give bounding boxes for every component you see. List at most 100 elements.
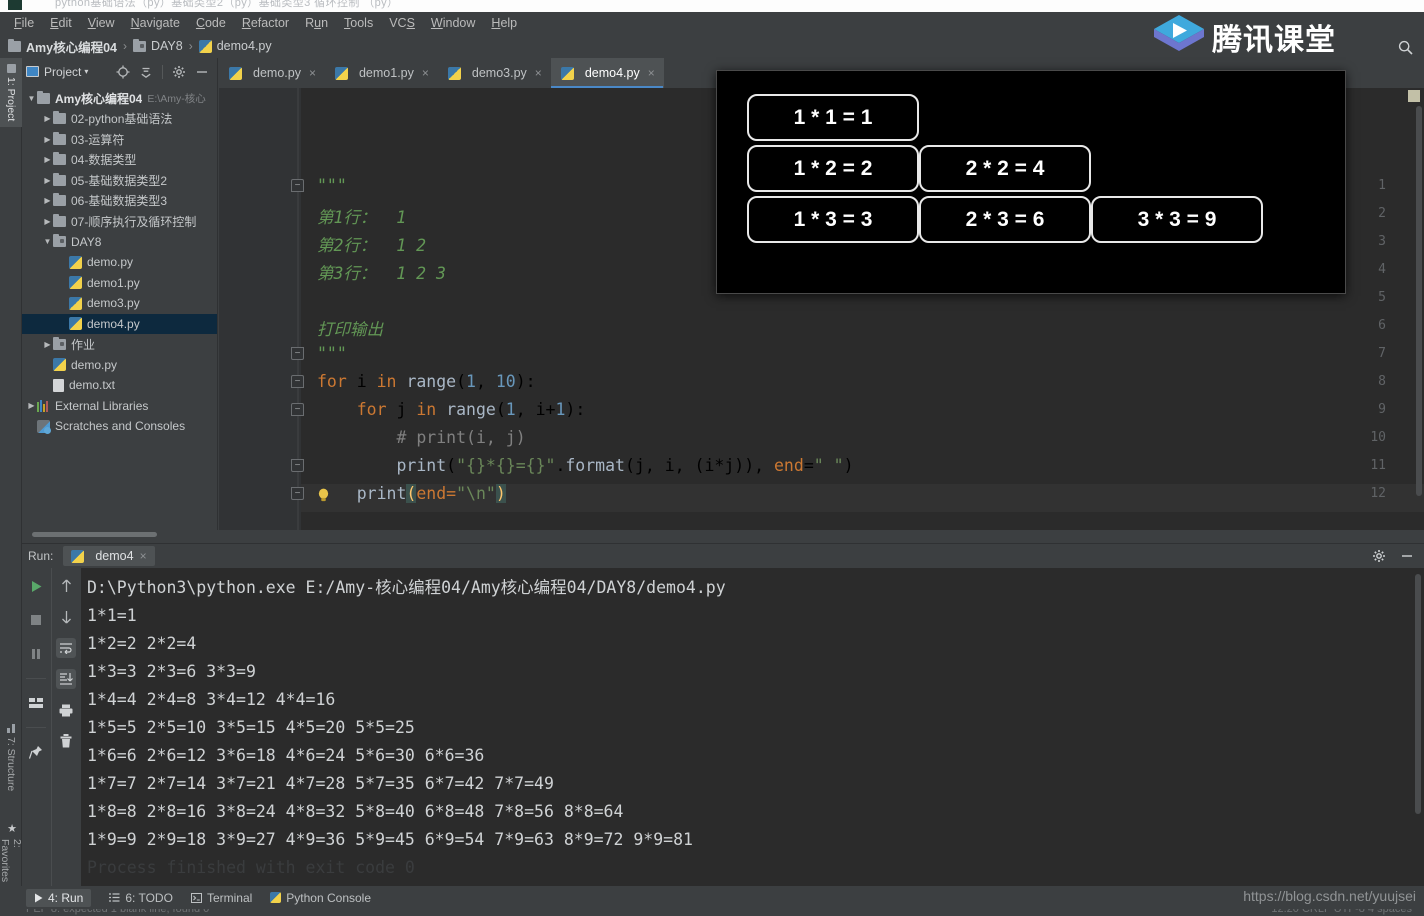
editor-tab-demo-py[interactable]: demo.py ×	[219, 58, 325, 88]
bottom-tab-python-console[interactable]: Python Console	[270, 891, 371, 905]
pin-button[interactable]	[26, 742, 46, 762]
tree-item-04-[interactable]: ▶ 04-数据类型	[22, 150, 217, 171]
breadcrumb-item-day8[interactable]: DAY8	[133, 38, 183, 53]
up-arrow-button[interactable]	[56, 576, 76, 596]
chevron-right-icon[interactable]: ▶	[26, 401, 37, 410]
menu-item-help[interactable]: Help	[483, 14, 525, 32]
editor-tab-demo3-py[interactable]: demo3.py ×	[438, 58, 551, 88]
tool-tab-label: 7: Structure	[5, 737, 17, 792]
fold-marker[interactable]: −	[291, 403, 304, 416]
close-icon[interactable]: ×	[309, 66, 316, 80]
menu-item-run[interactable]: Run	[297, 14, 336, 32]
tree-item-demo1-py[interactable]: demo1.py	[22, 273, 217, 294]
menu-item-window[interactable]: Window	[423, 14, 483, 32]
tree-item--[interactable]: ▶ 作业	[22, 334, 217, 355]
breadcrumb-item-project[interactable]: Amy核心编程04	[8, 37, 117, 56]
project-tree-hscrollbar[interactable]	[22, 530, 218, 539]
gear-icon[interactable]	[1372, 549, 1386, 563]
python-file-icon	[69, 255, 82, 269]
fold-marker[interactable]: −	[291, 459, 304, 472]
breadcrumb: Amy核心编程04 › DAY8 › demo4.py	[0, 34, 1424, 58]
chevron-right-icon[interactable]: ▶	[42, 196, 53, 205]
run-console-output[interactable]: D:\Python3\python.exe E:/Amy-核心编程04/Amy核…	[81, 568, 1424, 887]
project-pane-title-button[interactable]: Project ▾	[26, 65, 88, 79]
tree-item-scratches-and-consoles[interactable]: Scratches and Consoles	[22, 416, 217, 437]
fold-marker[interactable]: −	[291, 179, 304, 192]
chevron-right-icon[interactable]: ▶	[42, 155, 53, 164]
trash-button[interactable]	[56, 731, 76, 751]
run-config-tab[interactable]: demo4 ×	[63, 546, 155, 566]
close-icon[interactable]: ×	[422, 66, 429, 80]
scroll-to-end-button[interactable]	[56, 669, 76, 689]
chevron-right-icon[interactable]: ▶	[42, 340, 53, 349]
editor-gutter[interactable]	[219, 88, 301, 530]
tree-item-demo3-py[interactable]: demo3.py	[22, 293, 217, 314]
bottom-tab-terminal[interactable]: Terminal	[190, 891, 252, 905]
menu-item-code[interactable]: Code	[188, 14, 234, 32]
tool-tab-structure[interactable]: 7: Structure	[0, 718, 22, 797]
bottom-tab-run[interactable]: 4: Run	[26, 888, 92, 907]
console-vscrollbar[interactable]	[1415, 574, 1421, 814]
collapse-all-icon[interactable]	[139, 65, 153, 79]
layout-button[interactable]	[26, 693, 46, 713]
tree-item-demo-py[interactable]: demo.py	[22, 252, 217, 273]
editor-tab-demo4-py[interactable]: demo4.py ×	[550, 58, 664, 88]
menu-item-vcs[interactable]: VCS	[381, 14, 423, 32]
tree-item-06-3[interactable]: ▶ 06-基础数据类型3	[22, 191, 217, 212]
menu-item-refactor[interactable]: Refactor	[234, 14, 297, 32]
python-file-icon	[560, 66, 574, 80]
project-pane-title: Project	[44, 64, 82, 79]
bottom-tab-todo[interactable]: 6: TODO	[109, 891, 173, 905]
chevron-down-icon[interactable]: ▼	[26, 94, 37, 103]
down-arrow-button[interactable]	[56, 607, 76, 627]
close-icon[interactable]: ×	[535, 66, 542, 80]
rerun-button[interactable]	[26, 576, 46, 596]
chevron-right-icon[interactable]: ▶	[42, 176, 53, 185]
tree-item-external-libraries[interactable]: ▶ External Libraries	[22, 396, 217, 417]
background-window-icon	[8, 0, 22, 10]
stop-button[interactable]	[26, 610, 46, 630]
editor-warning-marker[interactable]	[1408, 90, 1420, 102]
tree-item-demo-py[interactable]: demo.py	[22, 355, 217, 376]
search-icon[interactable]	[1394, 36, 1416, 58]
tree-item-03-[interactable]: ▶ 03-运算符	[22, 129, 217, 150]
fold-marker[interactable]: −	[291, 347, 304, 360]
tree-item-amy-04[interactable]: ▼ Amy核心编程04 E:\Amy-核心	[22, 88, 217, 109]
line-number: 5	[1378, 290, 1386, 305]
fold-marker[interactable]: −	[291, 375, 304, 388]
tool-tab-favorites[interactable]: ★ 2: Favorites	[0, 816, 23, 890]
close-icon[interactable]: ×	[140, 549, 147, 563]
minimize-icon[interactable]	[1400, 549, 1414, 563]
pause-button[interactable]	[26, 644, 46, 664]
line-number: 4	[1378, 262, 1386, 277]
target-icon[interactable]	[116, 65, 130, 79]
editor-tab-demo1-py[interactable]: demo1.py ×	[325, 58, 438, 88]
tree-item-demo4-py[interactable]: demo4.py	[22, 313, 217, 334]
tree-item-demo-txt[interactable]: demo.txt	[22, 375, 217, 396]
tree-item-day8[interactable]: ▼ DAY8	[22, 232, 217, 253]
tree-item-05-2[interactable]: ▶ 05-基础数据类型2	[22, 170, 217, 191]
print-button[interactable]	[56, 700, 76, 720]
editor-vscrollbar[interactable]	[1416, 106, 1422, 496]
menu-item-tools[interactable]: Tools	[336, 14, 381, 32]
gear-icon[interactable]	[172, 65, 186, 79]
tree-item-07-[interactable]: ▶ 07-顺序执行及循环控制	[22, 211, 217, 232]
breadcrumb-item-file[interactable]: demo4.py	[198, 39, 272, 53]
menu-item-edit[interactable]: Edit	[42, 14, 80, 32]
menu-item-navigate[interactable]: Navigate	[123, 14, 188, 32]
fold-marker[interactable]: −	[291, 487, 304, 500]
folder-icon	[53, 213, 66, 227]
menu-item-view[interactable]: View	[80, 14, 123, 32]
close-icon[interactable]: ×	[648, 66, 655, 80]
menu-item-file[interactable]: File	[6, 14, 42, 32]
chevron-right-icon[interactable]: ▶	[42, 217, 53, 226]
chevron-right-icon[interactable]: ▶	[42, 114, 53, 123]
minimize-icon[interactable]	[195, 65, 209, 79]
chevron-right-icon[interactable]: ▶	[42, 135, 53, 144]
console-line: 1*7=7 2*7=14 3*7=21 4*7=28 5*7=35 6*7=42…	[87, 774, 554, 793]
tree-item-02-python-[interactable]: ▶ 02-python基础语法	[22, 109, 217, 130]
scrollbar-thumb[interactable]	[32, 532, 157, 537]
soft-wrap-button[interactable]	[56, 638, 76, 658]
tool-tab-project[interactable]: 1: Project	[0, 58, 22, 128]
chevron-down-icon[interactable]: ▼	[42, 237, 53, 246]
